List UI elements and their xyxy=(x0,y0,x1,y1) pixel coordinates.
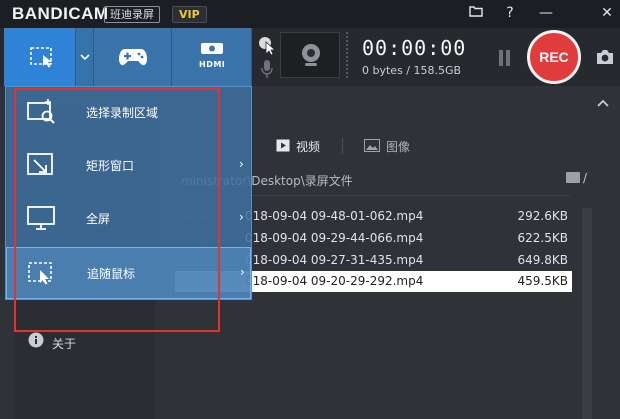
file-name: 018-09-04 09-20-29-292.mp4 xyxy=(245,274,424,288)
app-logo: BANDICAM xyxy=(12,4,109,23)
hdmi-device-icon xyxy=(201,43,223,54)
open-folder-icon[interactable] xyxy=(566,172,580,183)
file-size: 649.8KB xyxy=(517,253,568,267)
app-subtitle: 班迪录屏 xyxy=(104,6,160,23)
file-name: 018-09-04 09-27-31-435.mp4 xyxy=(245,253,424,267)
pause-icon[interactable] xyxy=(498,50,512,66)
recording-timer: 00:00:00 xyxy=(362,36,467,60)
tab-video[interactable]: 视频 xyxy=(296,138,320,155)
toolbar-divider xyxy=(346,32,350,78)
help-button[interactable]: ? xyxy=(500,3,520,23)
file-name: 018-09-04 09-48-01-062.mp4 xyxy=(245,209,424,223)
submenu-arrow-icon: › xyxy=(239,210,244,224)
tab-divider xyxy=(342,138,343,154)
vip-badge[interactable]: VIP xyxy=(172,6,207,23)
info-icon xyxy=(28,332,44,348)
file-size: 622.5KB xyxy=(517,231,568,245)
webcam-icon xyxy=(302,44,320,66)
submenu-arrow-icon: › xyxy=(240,265,245,279)
microphone-icon[interactable] xyxy=(260,59,274,79)
rectangle-select-icon xyxy=(30,47,52,68)
cursor-effect-icon[interactable] xyxy=(258,36,276,56)
path-slash: / xyxy=(583,171,588,185)
chevron-up-icon[interactable] xyxy=(596,96,610,112)
folder-icon[interactable] xyxy=(466,3,486,23)
gamepad-icon xyxy=(119,49,147,66)
title-bar: BANDICAM 班迪录屏 VIP ? — ✕ xyxy=(0,0,620,28)
play-icon xyxy=(276,139,290,152)
file-size: 459.5KB xyxy=(517,274,568,288)
hdmi-label: HDMI xyxy=(199,60,226,69)
submenu-arrow-icon: › xyxy=(239,157,244,171)
mode-dropdown-button[interactable] xyxy=(76,28,94,86)
close-button[interactable]: ✕ xyxy=(597,3,617,23)
file-size: 292.6KB xyxy=(517,209,568,223)
screen-mode-button[interactable] xyxy=(4,28,76,86)
camera-icon[interactable] xyxy=(595,49,615,65)
image-icon xyxy=(364,139,380,152)
file-name: 018-09-04 09-29-44-066.mp4 xyxy=(245,231,424,245)
sidebar-item-about[interactable]: 关于 xyxy=(52,335,76,352)
annotation-highlight-box xyxy=(14,88,220,332)
hdmi-mode-button[interactable]: HDMI xyxy=(172,28,252,86)
file-size-status: 0 bytes / 158.5GB xyxy=(362,64,462,77)
minimize-button[interactable]: — xyxy=(536,3,556,23)
file-list-scrollbar[interactable] xyxy=(582,208,592,419)
chevron-down-icon xyxy=(80,54,90,61)
webcam-preview[interactable] xyxy=(280,32,340,78)
tab-image[interactable]: 图像 xyxy=(386,138,410,155)
game-mode-button[interactable] xyxy=(94,28,172,86)
rec-button[interactable]: REC xyxy=(527,30,581,84)
